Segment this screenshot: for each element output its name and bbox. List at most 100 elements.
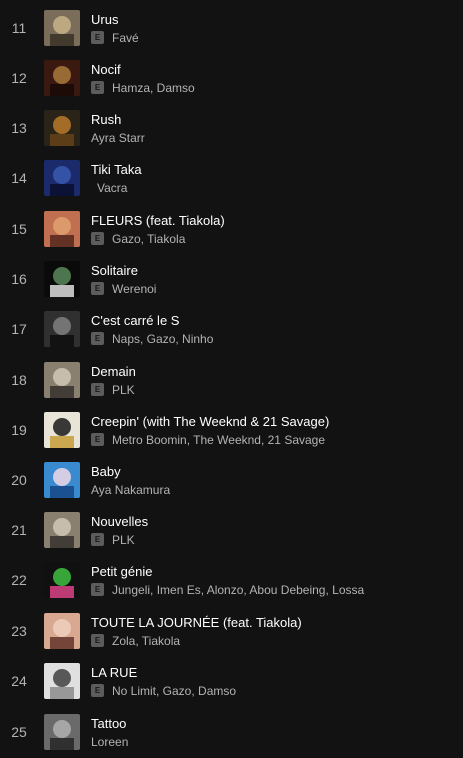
album-cover[interactable] [44, 110, 80, 146]
track-number: 19 [11, 422, 27, 438]
track-number: 12 [11, 70, 27, 86]
track-title[interactable]: Urus [91, 11, 139, 28]
track-row[interactable]: 17 C'est carré le S E Naps, Gazo, Ninho [0, 304, 463, 354]
track-artists[interactable]: Ayra Starr [91, 131, 145, 145]
track-artists[interactable]: No Limit, Gazo, Damso [112, 684, 236, 698]
track-number: 18 [11, 372, 27, 388]
track-number: 23 [11, 623, 27, 639]
track-number: 16 [11, 271, 27, 287]
explicit-badge: E [91, 31, 104, 44]
track-row[interactable]: 25 Tattoo Loreen [0, 707, 463, 757]
album-cover[interactable] [44, 211, 80, 247]
track-meta: Nocif E Hamza, Damso [91, 61, 195, 96]
track-meta: Petit génie E Jungeli, Imen Es, Alonzo, Ab… [91, 563, 364, 598]
album-cover[interactable] [44, 311, 80, 347]
explicit-badge: E [91, 383, 104, 396]
track-number: 13 [11, 120, 27, 136]
explicit-badge: E [91, 282, 104, 295]
track-number: 25 [11, 724, 27, 740]
track-artists[interactable]: Zola, Tiakola [112, 634, 180, 648]
track-meta: Nouvelles E PLK [91, 513, 148, 548]
album-cover[interactable] [44, 663, 80, 699]
track-title[interactable]: Solitaire [91, 262, 156, 279]
track-subtitle: E PLK [91, 532, 148, 548]
track-meta: C'est carré le S E Naps, Gazo, Ninho [91, 312, 213, 347]
track-subtitle: E PLK [91, 382, 136, 398]
track-row[interactable]: 18 Demain E PLK [0, 355, 463, 405]
track-meta: Baby Aya Nakamura [91, 463, 170, 498]
track-meta: Demain E PLK [91, 363, 136, 398]
track-row[interactable]: 21 Nouvelles E PLK [0, 505, 463, 555]
album-cover[interactable] [44, 362, 80, 398]
track-meta: Tattoo Loreen [91, 715, 128, 750]
track-row[interactable]: 19 Creepin' (with The Weeknd & 21 Savage)… [0, 405, 463, 455]
track-subtitle: E Metro Boomin, The Weeknd, 21 Savage [91, 432, 329, 448]
album-cover[interactable] [44, 160, 80, 196]
track-title[interactable]: Nocif [91, 61, 195, 78]
track-title[interactable]: C'est carré le S [91, 312, 213, 329]
track-artists[interactable]: Werenoi [112, 282, 156, 296]
track-artists[interactable]: Jungeli, Imen Es, Alonzo, Abou Debeing, … [112, 583, 364, 597]
track-title[interactable]: Petit génie [91, 563, 364, 580]
track-row[interactable]: 11 Urus E Favé [0, 3, 463, 53]
track-number: 11 [11, 20, 27, 36]
track-title[interactable]: Creepin' (with The Weeknd & 21 Savage) [91, 413, 329, 430]
track-number: 14 [11, 170, 27, 186]
album-cover[interactable] [44, 714, 80, 750]
album-cover[interactable] [44, 10, 80, 46]
track-subtitle: E Jungeli, Imen Es, Alonzo, Abou Debeing,… [91, 582, 364, 598]
album-cover[interactable] [44, 512, 80, 548]
album-cover[interactable] [44, 261, 80, 297]
track-meta: Creepin' (with The Weeknd & 21 Savage) E M… [91, 413, 329, 448]
track-subtitle: Aya Nakamura [91, 482, 170, 498]
track-row[interactable]: 24 LA RUE E No Limit, Gazo, Damso [0, 656, 463, 706]
track-subtitle: Vacra [91, 180, 142, 196]
track-title[interactable]: Tiki Taka [91, 161, 142, 178]
track-row[interactable]: 15 FLEURS (feat. Tiakola) E Gazo, Tiakola [0, 204, 463, 254]
album-cover[interactable] [44, 60, 80, 96]
track-subtitle: E Zola, Tiakola [91, 633, 302, 649]
track-meta: Urus E Favé [91, 11, 139, 46]
track-title[interactable]: FLEURS (feat. Tiakola) [91, 212, 225, 229]
track-title[interactable]: Rush [91, 111, 145, 128]
track-artists[interactable]: Gazo, Tiakola [112, 232, 185, 246]
album-cover[interactable] [44, 562, 80, 598]
track-meta: FLEURS (feat. Tiakola) E Gazo, Tiakola [91, 212, 225, 247]
album-cover[interactable] [44, 613, 80, 649]
explicit-badge: E [91, 232, 104, 245]
track-row[interactable]: 20 Baby Aya Nakamura [0, 455, 463, 505]
track-row[interactable]: 22 Petit génie E Jungeli, Imen Es, Alonzo, … [0, 555, 463, 605]
track-artists[interactable]: Naps, Gazo, Ninho [112, 332, 213, 346]
track-subtitle: E Hamza, Damso [91, 80, 195, 96]
track-row[interactable]: 23 TOUTE LA JOURNÉE (feat. Tiakola) E Zola,… [0, 606, 463, 656]
track-artists[interactable]: Metro Boomin, The Weeknd, 21 Savage [112, 433, 325, 447]
track-row[interactable]: 16 Solitaire E Werenoi [0, 254, 463, 304]
track-artists[interactable]: Vacra [91, 181, 127, 195]
album-cover[interactable] [44, 462, 80, 498]
track-row[interactable]: 12 Nocif E Hamza, Damso [0, 53, 463, 103]
track-artists[interactable]: Hamza, Damso [112, 81, 195, 95]
track-artists[interactable]: PLK [112, 383, 135, 397]
track-title[interactable]: Demain [91, 363, 136, 380]
track-title[interactable]: Nouvelles [91, 513, 148, 530]
explicit-badge: E [91, 81, 104, 94]
track-artists[interactable]: Aya Nakamura [91, 483, 170, 497]
track-artists[interactable]: Favé [112, 31, 139, 45]
explicit-badge: E [91, 533, 104, 546]
track-artists[interactable]: Loreen [91, 735, 128, 749]
track-meta: Tiki Taka Vacra [91, 161, 142, 196]
track-row[interactable]: 13 Rush Ayra Starr [0, 103, 463, 153]
track-number: 15 [11, 221, 27, 237]
track-subtitle: Ayra Starr [91, 130, 145, 146]
track-subtitle: E Werenoi [91, 281, 156, 297]
track-artists[interactable]: PLK [112, 533, 135, 547]
album-cover[interactable] [44, 412, 80, 448]
track-subtitle: E Naps, Gazo, Ninho [91, 331, 213, 347]
track-subtitle: E Favé [91, 30, 139, 46]
track-title[interactable]: LA RUE [91, 664, 236, 681]
track-title[interactable]: Baby [91, 463, 170, 480]
track-title[interactable]: Tattoo [91, 715, 128, 732]
track-row[interactable]: 14 Tiki Taka Vacra [0, 153, 463, 203]
track-subtitle: E Gazo, Tiakola [91, 231, 225, 247]
track-title[interactable]: TOUTE LA JOURNÉE (feat. Tiakola) [91, 614, 302, 631]
